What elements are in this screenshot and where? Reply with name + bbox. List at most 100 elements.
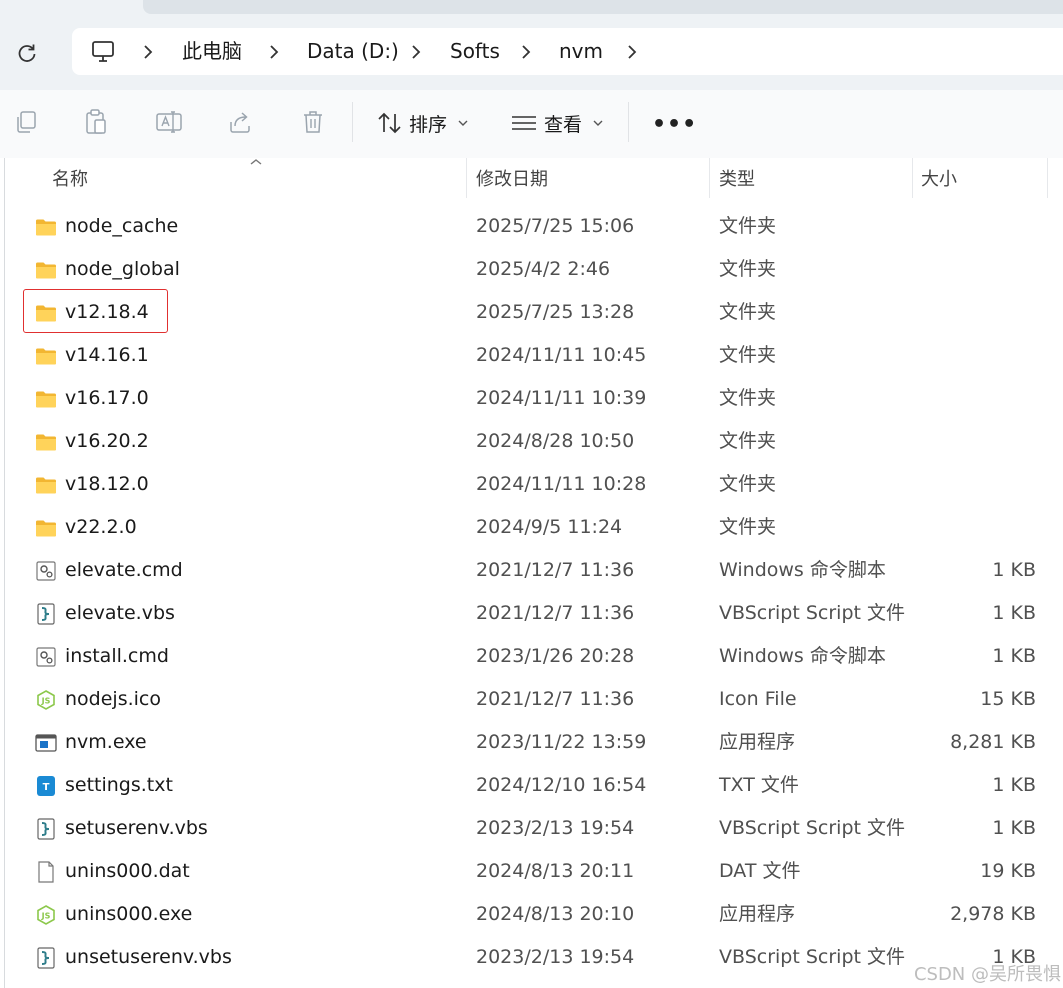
cmd-script-icon [35,646,57,668]
folder-icon [35,216,57,238]
file-size: 2,978 KB [950,903,1036,925]
this-pc-icon [92,41,114,62]
column-divider[interactable] [466,158,467,198]
more-options-button[interactable]: ••• [652,112,697,137]
file-type: 应用程序 [719,903,796,925]
file-row[interactable]: node_cache 2025/7/25 15:06 文件夹 [0,205,1063,248]
column-header-date[interactable]: 修改日期 [476,158,548,201]
vbs-script-icon [35,818,57,840]
chevron-right-icon[interactable] [140,42,156,62]
file-type: Icon File [719,688,797,710]
file-row[interactable]: v22.2.0 2024/9/5 11:24 文件夹 [0,506,1063,549]
file-name: v16.20.2 [65,430,149,452]
file-date: 2024/11/11 10:39 [476,387,647,409]
chevron-down-icon [593,120,603,126]
blank-file-icon [35,861,57,883]
breadcrumb-this-pc[interactable]: 此电脑 [182,28,242,75]
view-button[interactable]: 查看 [510,106,604,140]
file-row[interactable]: v16.20.2 2024/8/28 10:50 文件夹 [0,420,1063,463]
sort-button[interactable]: 排序 [377,106,469,140]
file-name: unins000.exe [65,903,193,925]
share-button[interactable] [222,104,258,140]
chevron-right-icon[interactable] [408,42,424,62]
file-date: 2021/12/7 11:36 [476,559,635,581]
vbs-script-icon [35,947,57,969]
view-label: 查看 [544,113,583,136]
file-name: unsetuserenv.vbs [65,946,232,968]
column-divider[interactable] [912,158,913,198]
list-view-icon [512,116,536,130]
file-row[interactable]: setuserenv.vbs 2023/2/13 19:54 VBScript Sc… [0,807,1063,850]
column-header-type[interactable]: 类型 [719,158,755,201]
file-size: 1 KB [992,645,1036,667]
file-name: install.cmd [65,645,169,667]
copy-button[interactable] [8,104,44,140]
column-divider[interactable] [709,158,710,198]
watermark: CSDN @吴所畏惧 [913,964,1061,985]
file-type: 文件夹 [719,344,777,366]
file-type: 文件夹 [719,301,777,323]
column-header-name[interactable]: 名称 [52,158,88,201]
file-name: v18.12.0 [65,473,149,495]
file-row[interactable]: unsetuserenv.vbs 2023/2/13 19:54 VBScript … [0,936,1063,979]
file-date: 2021/12/7 11:36 [476,688,635,710]
file-name: setuserenv.vbs [65,817,208,839]
paste-icon [86,109,106,134]
sort-caret-icon [249,154,263,170]
breadcrumb-data-drive[interactable]: Data (D:) [307,28,399,75]
file-row[interactable]: install.cmd 2023/1/26 20:28 Windows 命令脚本 1 … [0,635,1063,678]
address-bar[interactable]: 此电脑 Data (D:) Softs nvm [72,28,1063,75]
copy-icon [17,111,36,133]
file-type: DAT 文件 [719,860,801,882]
column-divider[interactable] [1047,158,1048,198]
file-size: 1 KB [992,602,1036,624]
chevron-right-icon[interactable] [266,42,282,62]
file-row[interactable]: Tsettings.txt 2024/12/10 16:54 TXT 文件 1 KB [0,764,1063,807]
svg-text:JS: JS [41,697,51,706]
exe-window-icon [35,732,57,754]
delete-button[interactable] [295,104,331,140]
file-type: Windows 命令脚本 [719,645,886,667]
breadcrumb-nvm[interactable]: nvm [559,28,603,75]
file-row[interactable]: elevate.cmd 2021/12/7 11:36 Windows 命令脚本 1 … [0,549,1063,592]
file-row[interactable]: v18.12.0 2024/11/11 10:28 文件夹 [0,463,1063,506]
file-name: settings.txt [65,774,173,796]
tab-strip [143,0,1063,14]
file-type: Windows 命令脚本 [719,559,886,581]
folder-icon [35,474,57,496]
file-type: 文件夹 [719,215,777,237]
file-type: VBScript Script 文件 [719,817,905,839]
refresh-button[interactable] [12,38,42,68]
file-date: 2023/1/26 20:28 [476,645,635,667]
svg-text:T: T [43,782,50,793]
file-date: 2024/11/11 10:45 [476,344,647,366]
file-type: 文件夹 [719,430,777,452]
file-row[interactable]: JS unins000.exe 2024/8/13 20:10 应用程序 2,978 K… [0,893,1063,936]
file-row[interactable]: unins000.dat 2024/8/13 20:11 DAT 文件 19 KB [0,850,1063,893]
vbs-script-icon [35,603,57,625]
file-date: 2024/9/5 11:24 [476,516,623,538]
file-date: 2023/2/13 19:54 [476,817,635,839]
file-row[interactable]: elevate.vbs 2021/12/7 11:36 VBScript Scrip… [0,592,1063,635]
rename-button[interactable] [151,104,187,140]
breadcrumb-softs[interactable]: Softs [450,28,500,75]
file-row[interactable]: v14.16.1 2024/11/11 10:45 文件夹 [0,334,1063,377]
file-date: 2023/11/22 13:59 [476,731,647,753]
file-name: v22.2.0 [65,516,137,538]
chevron-right-icon[interactable] [518,42,534,62]
file-row[interactable]: v16.17.0 2024/11/11 10:39 文件夹 [0,377,1063,420]
file-name: elevate.cmd [65,559,183,581]
folder-icon [35,259,57,281]
paste-button[interactable] [78,104,114,140]
file-list: 名称 修改日期 类型 大小 node_cache 2025/7/25 15:06 文… [0,158,1063,988]
file-date: 2025/7/25 13:28 [476,301,635,323]
refresh-icon [18,44,36,62]
chevron-right-icon[interactable] [624,42,640,62]
file-size: 8,281 KB [950,731,1036,753]
column-header-size[interactable]: 大小 [921,158,957,201]
file-date: 2021/12/7 11:36 [476,602,635,624]
file-date: 2025/7/25 15:06 [476,215,635,237]
file-row[interactable]: JS nodejs.ico 2021/12/7 11:36 Icon File 15 K… [0,678,1063,721]
file-row[interactable]: nvm.exe 2023/11/22 13:59 应用程序 8,281 KB [0,721,1063,764]
file-row[interactable]: node_global 2025/4/2 2:46 文件夹 [0,248,1063,291]
